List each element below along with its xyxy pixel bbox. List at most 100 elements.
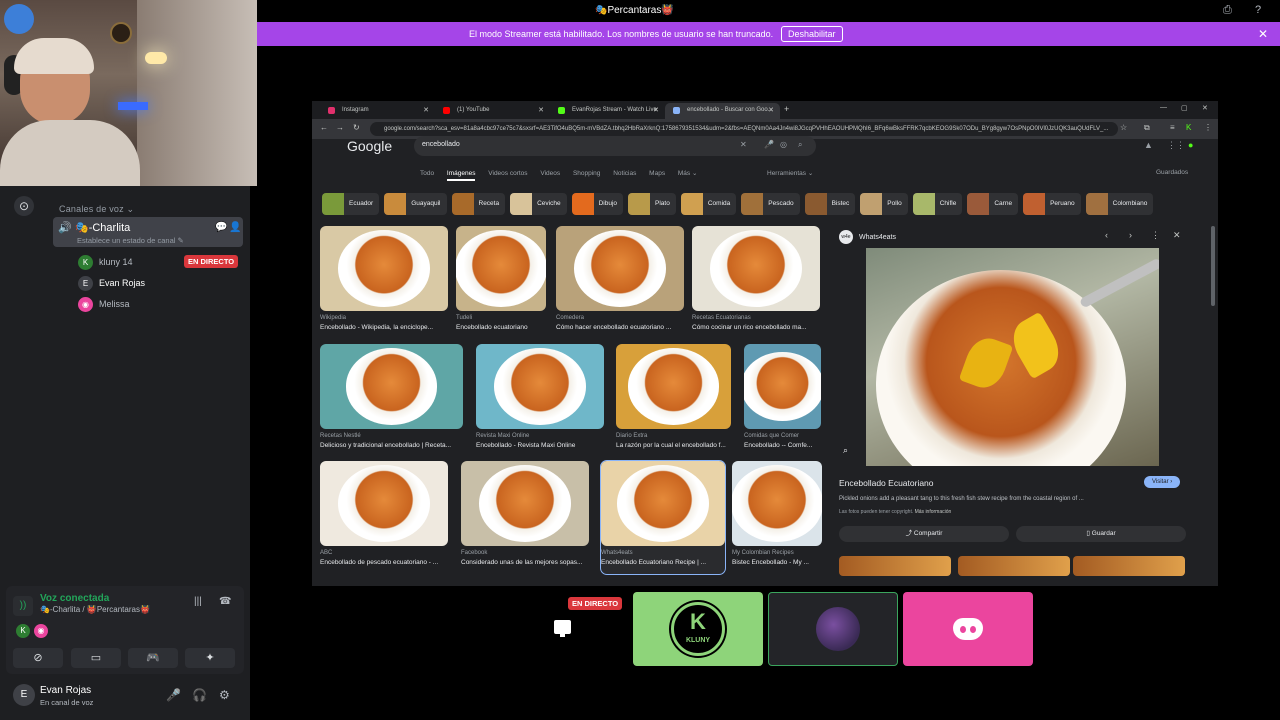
participant-tile-evan[interactable] xyxy=(768,592,898,666)
voice-search-icon[interactable]: 🎤 xyxy=(764,140,774,149)
voice-channel[interactable]: 🔊 🎭-Charlita Establece un estado de cana… xyxy=(53,217,243,247)
kick-extension-icon[interactable]: K xyxy=(1186,123,1191,132)
result-thumbnail[interactable] xyxy=(732,461,822,546)
browser-tab[interactable]: (1) YouTube ✕ xyxy=(435,103,550,119)
image-result[interactable]: Revista Maxi Online Encebollado - Revista… xyxy=(476,344,604,457)
tools-button[interactable]: Herramientas ⌄ xyxy=(767,169,813,177)
soundboard-button[interactable]: ✦ xyxy=(185,648,235,668)
settings-gear-icon[interactable]: ⚙ xyxy=(219,688,230,702)
filter-chip[interactable]: Guayaquil xyxy=(384,193,447,215)
scrollbar[interactable] xyxy=(1211,226,1215,306)
save-button[interactable]: ▯ Guardar xyxy=(1016,526,1186,542)
result-thumbnail[interactable] xyxy=(476,344,604,429)
tab-news[interactable]: Noticias xyxy=(613,170,636,177)
disconnect-icon[interactable]: ☎ xyxy=(219,596,231,607)
search-icon[interactable]: ⌕ xyxy=(798,140,802,150)
screen-share-button[interactable]: ▭ xyxy=(71,648,121,668)
image-result[interactable]: My Colombian Recipes Bistec Encebollado -… xyxy=(732,461,822,574)
maximize-icon[interactable]: ▢ xyxy=(1181,104,1188,112)
tab-more[interactable]: Más ⌄ xyxy=(678,170,698,177)
result-thumbnail[interactable] xyxy=(461,461,589,546)
voice-channels-header[interactable]: Canales de voz ⌄ xyxy=(59,204,134,215)
result-source[interactable]: Recetas Nestlé xyxy=(320,433,361,439)
result-thumbnail[interactable] xyxy=(320,461,448,546)
preview-title[interactable]: Encebollado Ecuatoriano xyxy=(839,478,934,488)
result-title[interactable]: Encebollado -- Comfe... xyxy=(744,442,812,449)
close-icon[interactable]: ✕ xyxy=(1258,27,1268,41)
filter-chip[interactable]: Comida xyxy=(680,193,737,215)
filter-chip[interactable]: Colombiano xyxy=(1085,193,1154,215)
preview-source[interactable]: w4e Whats4eats xyxy=(839,230,896,244)
result-title[interactable]: Encebollado ecuatoriano xyxy=(456,324,528,331)
google-logo[interactable]: Google xyxy=(347,138,392,154)
result-title[interactable]: Delicioso y tradicional encebollado | Re… xyxy=(320,442,451,449)
result-title[interactable]: Cómo hacer encebollado ecuatoriano ... xyxy=(556,324,671,331)
discord-activity-icon[interactable]: ◉ xyxy=(34,624,48,638)
close-tab-icon[interactable]: ✕ xyxy=(768,106,774,114)
image-result[interactable]: Diario Extra La razón por la cual el ence… xyxy=(616,344,731,457)
filter-chip[interactable]: Dibujo xyxy=(571,193,624,215)
labs-icon[interactable]: ▲ xyxy=(1144,140,1153,150)
user-name[interactable]: Evan Rojas xyxy=(40,685,91,696)
add-member-icon[interactable]: 👤 xyxy=(229,222,241,233)
result-thumbnail[interactable] xyxy=(692,226,820,311)
image-result[interactable]: Facebook Considerado unas de las mejores … xyxy=(461,461,589,574)
browser-tab[interactable]: EvanRojas Stream - Watch Live ✕ xyxy=(550,103,665,119)
result-title[interactable]: Encebollado de pescado ecuatoriano - ... xyxy=(320,559,438,566)
forward-icon[interactable]: → xyxy=(336,123,344,132)
filter-chip[interactable]: Pollo xyxy=(860,193,908,215)
next-icon[interactable]: › xyxy=(1129,230,1132,240)
disable-button[interactable]: Deshabilitar xyxy=(781,26,843,42)
result-title[interactable]: La razón por la cual el encebollado f... xyxy=(616,442,726,449)
filter-chip[interactable]: Chifle xyxy=(912,193,963,215)
result-source[interactable]: Whats4eats xyxy=(601,550,633,556)
result-thumbnail[interactable] xyxy=(616,344,731,429)
back-icon[interactable]: ← xyxy=(320,123,328,132)
result-title[interactable]: Considerado unas de las mejores sopas... xyxy=(461,559,582,566)
more-options-icon[interactable]: ⋮ xyxy=(1151,230,1160,241)
help-icon[interactable]: ? xyxy=(1255,4,1261,16)
tab-short-videos[interactable]: Videos cortos xyxy=(488,170,527,177)
result-source[interactable]: My Colombian Recipes xyxy=(732,550,794,556)
filter-chip[interactable]: Peruano xyxy=(1023,193,1081,215)
clear-search-icon[interactable]: ✕ xyxy=(740,140,747,149)
image-result[interactable]: ABC Encebollado de pescado ecuatoriano - … xyxy=(320,461,448,574)
tab-maps[interactable]: Maps xyxy=(649,170,665,177)
filter-chip[interactable]: Carne xyxy=(967,193,1019,215)
new-tab-icon[interactable]: + xyxy=(784,104,789,114)
result-source[interactable]: Diario Extra xyxy=(616,433,647,439)
result-source[interactable]: Recetas Ecuatorianas xyxy=(692,315,751,321)
window-close-icon[interactable]: ✕ xyxy=(1202,104,1208,112)
activity-icon[interactable]: K xyxy=(16,624,30,638)
result-thumbnail[interactable] xyxy=(320,344,463,429)
image-result[interactable]: Recetas Nestlé Delicioso y tradicional en… xyxy=(320,344,463,457)
tab-all[interactable]: Todo xyxy=(420,170,434,177)
result-thumbnail[interactable] xyxy=(744,344,821,429)
visit-button[interactable]: Visitar › xyxy=(1144,476,1181,488)
related-image[interactable] xyxy=(1073,556,1185,576)
inbox-icon[interactable]: ⎙ xyxy=(1223,4,1232,17)
more-info-link[interactable]: Más información xyxy=(915,509,952,515)
filter-chip[interactable]: Ceviche xyxy=(510,193,567,215)
result-title[interactable]: Bistec Encebollado - My ... xyxy=(732,559,809,566)
headphones-icon[interactable]: 🎧 xyxy=(192,688,207,702)
stream-tile[interactable]: EN DIRECTO xyxy=(498,592,628,666)
image-result[interactable]: Comedera Cómo hacer encebollado ecuatoria… xyxy=(556,226,684,339)
filter-chip[interactable]: Bistec xyxy=(804,193,856,215)
result-source[interactable]: Facebook xyxy=(461,550,487,556)
apps-grid-icon[interactable]: ⋮⋮ xyxy=(1167,140,1185,151)
avatar[interactable]: E xyxy=(13,684,35,706)
filter-chip[interactable]: Plato xyxy=(628,193,676,215)
result-thumbnail[interactable] xyxy=(456,226,546,311)
image-result[interactable]: Whats4eats Encebollado Ecuatoriano Recipe… xyxy=(600,460,726,575)
activities-button[interactable]: 🎮 xyxy=(128,648,178,668)
voice-status[interactable]: Voz conectada xyxy=(40,593,109,604)
voice-user[interactable]: Kkluny 14 xyxy=(78,255,133,271)
result-source[interactable]: Comedera xyxy=(556,315,584,321)
filter-chip[interactable]: Receta xyxy=(451,193,506,215)
voice-user[interactable]: ◉ Melissa xyxy=(78,297,130,313)
channel-status[interactable]: Establece un estado de canal ✎ xyxy=(77,236,184,245)
browser-tab-active[interactable]: encebollado - Buscar con Goo... ✕ xyxy=(665,103,780,119)
result-thumbnail[interactable] xyxy=(556,226,684,311)
tab-shopping[interactable]: Shopping xyxy=(573,170,600,177)
